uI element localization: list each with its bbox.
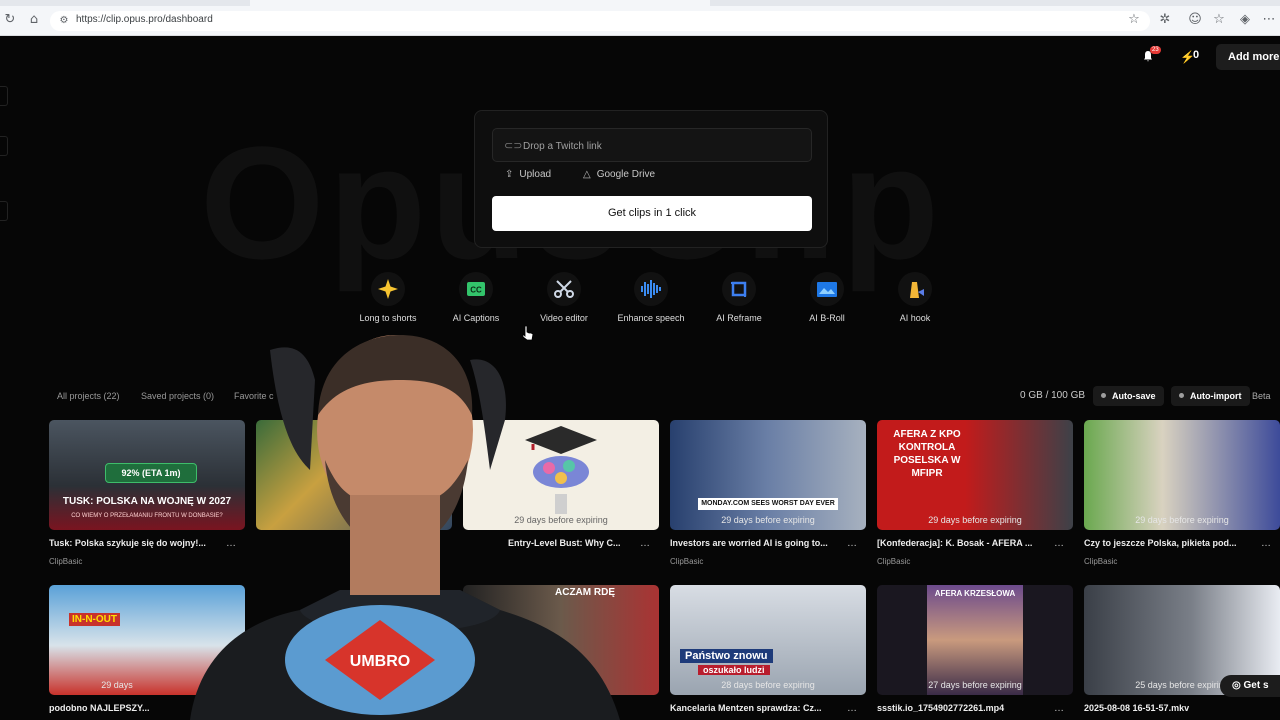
google-drive-label: Google Drive bbox=[596, 169, 656, 180]
captions-icon: CC bbox=[459, 272, 493, 306]
shield-icon[interactable]: ◈ bbox=[1238, 13, 1252, 27]
tab-all-projects[interactable]: All projects (22) bbox=[57, 391, 120, 401]
project-thumbnail[interactable]: 29 days before expiring bbox=[1084, 420, 1280, 530]
project-more-icon[interactable]: … bbox=[1054, 703, 1064, 714]
thumb-headline: AFERA KRZESŁOWA bbox=[934, 589, 1016, 598]
svg-text:CC: CC bbox=[470, 286, 482, 295]
notification-badge: 23 bbox=[1150, 46, 1161, 54]
dashboard: OpusClip 23 ⚡ 0 Add more ⊂⊃ ⇪Upload △Goo… bbox=[0, 36, 1280, 720]
expiry-label: 27 days before expiring bbox=[928, 680, 1022, 690]
tool-long-to-shorts[interactable]: Long to shorts bbox=[343, 272, 433, 323]
hook-icon bbox=[898, 272, 932, 306]
tool-enhance-speech[interactable]: Enhance speech bbox=[606, 272, 696, 323]
thumb-headline: MONDAY.COM SEES WORST DAY EVER bbox=[698, 498, 838, 510]
active-tab[interactable] bbox=[250, 0, 710, 6]
link-field-container: ⊂⊃ bbox=[492, 128, 812, 162]
vertical-video-frame bbox=[927, 585, 1023, 695]
upload-label: Upload bbox=[519, 169, 552, 180]
headset-icon: ◎ bbox=[1232, 680, 1244, 691]
thumb-headline: AFERA Z KPO KONTROLA POSELSKA W MFIPR bbox=[893, 429, 961, 479]
site-info-icon[interactable]: ⚙ bbox=[57, 14, 71, 28]
bookmark-star-icon[interactable]: ☆ bbox=[1127, 13, 1141, 27]
sidebar-item[interactable] bbox=[0, 86, 8, 106]
project-more-icon[interactable]: … bbox=[1054, 538, 1064, 549]
project-thumbnail[interactable]: AFERA KRZESŁOWA 27 days before expiring bbox=[877, 585, 1073, 695]
home-icon[interactable]: ⌂ bbox=[27, 13, 41, 27]
tool-ai-captions[interactable]: CC AI Captions bbox=[431, 272, 521, 323]
project-title[interactable]: 2025-08-08 16-51-57.mkv bbox=[1084, 703, 1254, 713]
video-link-input[interactable] bbox=[523, 137, 803, 155]
storage-usage: 0 GB / 100 GB bbox=[1020, 390, 1086, 401]
shirt-logo-text: UMBRO bbox=[350, 653, 410, 670]
reframe-icon bbox=[722, 272, 756, 306]
beta-badge: Beta bbox=[1252, 391, 1271, 401]
project-thumbnail[interactable]: Państwo znowu oszukało ludzi 28 days bef… bbox=[670, 585, 866, 695]
tool-label: AI Reframe bbox=[716, 313, 762, 323]
expiry-label: 29 days before expiring bbox=[928, 515, 1022, 525]
project-source: ClipBasic bbox=[1084, 557, 1118, 566]
thumb-headline: IN-N-OUT bbox=[69, 613, 120, 626]
expiry-label: 29 days before expiring bbox=[721, 515, 815, 525]
support-chat-button[interactable]: ◎ Get s bbox=[1220, 675, 1280, 697]
support-label: Get s bbox=[1243, 680, 1269, 691]
toggle-dot bbox=[1101, 393, 1106, 398]
tab-strip bbox=[0, 0, 1280, 6]
project-thumbnail[interactable]: AFERA Z KPO KONTROLA POSELSKA W MFIPR 29… bbox=[877, 420, 1073, 530]
auto-import-toggle[interactable]: Auto-import bbox=[1171, 386, 1250, 406]
url-text[interactable]: https://clip.opus.pro/dashboard bbox=[76, 14, 213, 25]
tool-label: AI hook bbox=[899, 313, 931, 323]
reload-icon[interactable]: ↻ bbox=[3, 13, 17, 27]
upload-button[interactable]: ⇪ Upload bbox=[505, 169, 551, 189]
google-drive-icon: △ bbox=[583, 169, 591, 180]
extensions-icon[interactable]: ✲ bbox=[1158, 13, 1172, 27]
project-title[interactable]: podobno NAJLEPSZY... bbox=[49, 703, 159, 713]
upload-icon: ⇪ bbox=[505, 169, 514, 180]
sidebar-item[interactable] bbox=[0, 201, 8, 221]
project-title[interactable]: Investors are worried AI is going to... bbox=[670, 538, 840, 548]
profile-icon[interactable]: ☺ bbox=[1188, 13, 1202, 27]
upload-card: ⊂⊃ ⇪ Upload △ Google Drive Get clips in 1 … bbox=[474, 110, 828, 248]
auto-save-toggle[interactable]: Auto-save bbox=[1093, 386, 1164, 406]
tool-ai-hook[interactable]: AI hook bbox=[870, 272, 960, 323]
project-title[interactable]: Kancelaria Mentzen sprawdza: Cz... bbox=[670, 703, 840, 713]
add-more-button[interactable]: Add more bbox=[1216, 44, 1280, 70]
menu-icon[interactable]: ⋯ bbox=[1262, 13, 1276, 27]
expiry-label: 28 days before expiring bbox=[721, 680, 815, 690]
project-source: ClipBasic bbox=[877, 557, 911, 566]
project-source: ClipBasic bbox=[49, 557, 83, 566]
thumb-headline: Państwo znowu bbox=[680, 649, 773, 663]
google-drive-button[interactable]: △ Google Drive bbox=[583, 169, 655, 189]
auto-save-label: Auto-save bbox=[1112, 391, 1156, 401]
toggle-dot bbox=[1179, 393, 1184, 398]
auto-import-label: Auto-import bbox=[1190, 391, 1242, 401]
webcam-overlay: UMBRO bbox=[190, 335, 620, 720]
thumb-subheadline: oszukało ludzi bbox=[698, 665, 770, 675]
project-more-icon[interactable]: … bbox=[1261, 538, 1271, 549]
sidebar-item[interactable] bbox=[0, 136, 8, 156]
project-source: ClipBasic bbox=[670, 557, 704, 566]
project-more-icon[interactable]: … bbox=[847, 538, 857, 549]
credits-count: 0 bbox=[1193, 49, 1200, 61]
project-title[interactable]: [Konfederacja]: K. Bosak - AFERA ... bbox=[877, 538, 1047, 548]
mouse-cursor-icon bbox=[522, 325, 534, 341]
sparkle-icon bbox=[371, 272, 405, 306]
project-thumbnail[interactable]: MONDAY.COM SEES WORST DAY EVER 29 days b… bbox=[670, 420, 866, 530]
expiry-label: 29 days before expiring bbox=[1135, 515, 1229, 525]
get-clips-button[interactable]: Get clips in 1 click bbox=[492, 196, 812, 231]
link-icon: ⊂⊃ bbox=[504, 140, 523, 152]
tool-ai-broll[interactable]: AI B-Roll bbox=[782, 272, 872, 323]
scissors-icon bbox=[547, 272, 581, 306]
tool-label: AI B-Roll bbox=[809, 313, 845, 323]
project-title[interactable]: ssstik.io_1754902772261.mp4 bbox=[877, 703, 1047, 713]
left-sidebar bbox=[0, 36, 10, 720]
favorites-icon[interactable]: ☆ bbox=[1212, 13, 1226, 27]
browser-toolbar: ↻ ⌂ ⚙ https://clip.opus.pro/dashboard ☆ … bbox=[0, 0, 1280, 36]
project-more-icon[interactable]: … bbox=[847, 703, 857, 714]
tool-ai-reframe[interactable]: AI Reframe bbox=[694, 272, 784, 323]
broll-icon bbox=[810, 272, 844, 306]
address-bar[interactable] bbox=[50, 11, 1150, 31]
tool-video-editor[interactable]: Video editor bbox=[519, 272, 609, 323]
project-title[interactable]: Czy to jeszcze Polska, pikieta pod... bbox=[1084, 538, 1254, 548]
soundwave-icon bbox=[634, 272, 668, 306]
